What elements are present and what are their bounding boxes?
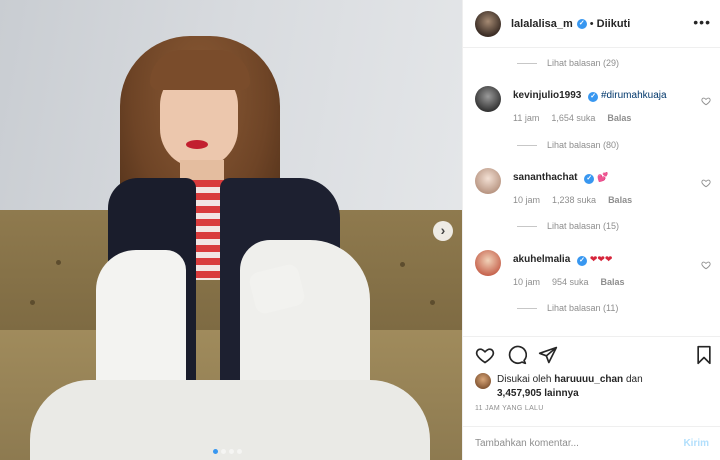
like-comment-heart-icon[interactable] [701,260,711,270]
photo-sofa-button [430,300,435,305]
photo-lips [186,140,208,149]
header-separator: • [589,17,594,30]
post-timestamp[interactable]: 11 JAM YANG LALU [475,405,544,412]
add-comment-bar: Kirim [463,426,720,460]
verified-badge-icon: ✓ [588,92,599,102]
comments-list[interactable]: Lihat balasan (29) kevinjulio1993 ✓ #dir… [463,48,720,336]
view-replies-label: Lihat balasan (29) [547,58,620,68]
liked-by: Disukai oleh haruuuu_chan dan 3,457,905 … [475,373,643,401]
liked-by-text: Disukai oleh haruuuu_chan dan 3,457,905 … [497,373,643,401]
reply-button[interactable]: Balas [607,113,631,123]
view-replies-label: Lihat balasan (15) [547,221,620,231]
commenter-avatar[interactable] [475,86,501,112]
liked-by-prefix: Disukai oleh [497,374,552,385]
likes-count[interactable]: 3,457,905 [497,388,542,399]
post-actions: Disukai oleh haruuuu_chan dan 3,457,905 … [463,336,720,436]
commenter-username[interactable]: sananthachat [513,172,577,183]
replies-line [517,62,537,64]
photo-bangs [150,50,250,90]
comment-likes[interactable]: 1,238 suka [552,195,596,205]
commenter-avatar[interactable] [475,168,501,194]
carousel-dot [221,449,226,454]
verified-badge-icon: ✓ [584,174,595,184]
carousel-dots [213,449,242,454]
likes-suffix[interactable]: lainnya [544,388,578,399]
comment-time[interactable]: 10 jam [513,277,540,287]
add-comment-input[interactable] [475,438,684,449]
reply-button[interactable]: Balas [608,195,632,205]
save-bookmark-icon[interactable] [694,345,714,365]
like-comment-heart-icon[interactable] [701,96,711,106]
carousel-dot [229,449,234,454]
photo-pants [30,380,430,460]
view-replies-link[interactable]: Lihat balasan (15) [517,221,619,231]
post-photo[interactable]: › [0,0,462,460]
commenter-avatar[interactable] [475,250,501,276]
comment-hashtag[interactable]: #dirumahkuaja [601,90,667,101]
author-avatar[interactable] [475,10,501,37]
verified-badge-icon: ✓ [577,256,588,266]
view-replies-label: Lihat balasan (80) [547,140,620,150]
more-options-icon[interactable]: ••• [693,14,711,30]
comment-emoji: ❤❤❤ [589,254,613,264]
replies-line [517,225,537,227]
carousel-next-button[interactable]: › [433,221,453,241]
view-replies-link[interactable]: Lihat balasan (11) [517,303,618,313]
view-replies-link[interactable]: Lihat balasan (80) [517,140,619,150]
comment-meta: 11 jam 1,654 suka Balas [513,113,631,123]
liked-by-avatar[interactable] [475,373,491,389]
replies-line [517,144,537,146]
following-button[interactable]: Diikuti [597,18,631,30]
carousel-dot [237,449,242,454]
photo-sofa-button [400,262,405,267]
commenter-username[interactable]: kevinjulio1993 [513,90,581,101]
comment-meta: 10 jam 1,238 suka Balas [513,195,632,205]
verified-badge-icon: ✓ [576,18,587,29]
comment-time[interactable]: 11 jam [513,113,539,123]
comment-time[interactable]: 10 jam [513,195,540,205]
comment-meta: 10 jam 954 suka Balas [513,277,625,287]
comment-likes[interactable]: 1,654 suka [551,113,595,123]
view-replies-link[interactable]: Lihat balasan (29) [517,58,619,68]
like-comment-heart-icon[interactable] [701,178,711,188]
post-comment-button[interactable]: Kirim [683,438,709,449]
replies-line [517,307,537,309]
reply-button[interactable]: Balas [601,277,625,287]
photo-sofa-button [56,260,61,265]
post-header: lalalalisa_m ✓ • Diikuti ••• [463,0,720,48]
carousel-dot [213,449,218,454]
photo-sofa-button [30,300,35,305]
view-replies-label: Lihat balasan (11) [547,303,619,313]
comment-text: kevinjulio1993 ✓ #dirumahkuaja [513,90,667,102]
comment-bubble-icon[interactable] [507,345,527,365]
post-sidebar: lalalalisa_m ✓ • Diikuti ••• Lihat balas… [462,0,720,460]
liked-by-username[interactable]: haruuuu_chan [554,374,623,385]
liked-by-connector: dan [625,374,643,385]
commenter-username[interactable]: akuhelmalia [513,254,570,265]
comment-text: akuhelmalia ✓ ❤❤❤ [513,254,612,266]
comment-emoji: 💕 [597,172,609,182]
comment-likes[interactable]: 954 suka [552,277,589,287]
share-paper-plane-icon[interactable] [538,345,558,365]
author-username[interactable]: lalalalisa_m [511,18,573,30]
like-heart-icon[interactable] [475,345,495,365]
comment-text: sananthachat ✓ 💕 [513,172,608,184]
